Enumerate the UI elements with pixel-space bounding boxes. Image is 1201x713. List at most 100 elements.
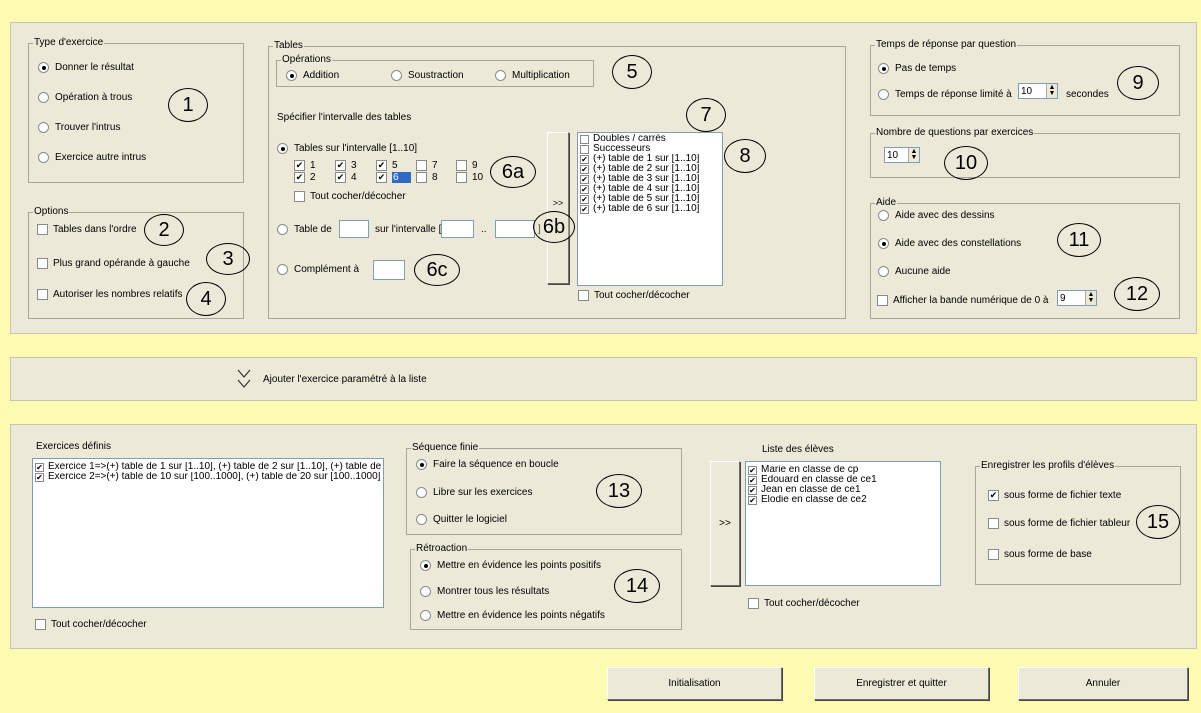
checkbox[interactable]: [37, 258, 48, 269]
cb-table-2[interactable]: 2: [294, 172, 316, 183]
checkbox[interactable]: [335, 160, 346, 171]
checkbox[interactable]: [580, 174, 589, 184]
spinner-arrows-icon[interactable]: ▲ ▼: [1085, 291, 1096, 305]
radio-aide-constellations[interactable]: Aide avec des constellations: [878, 238, 1021, 249]
list-item[interactable]: (+) table de 1 sur [1..10]: [578, 154, 722, 164]
intervalle-end-input[interactable]: [495, 220, 535, 238]
list-item[interactable]: (+) table de 3 sur [1..10]: [578, 174, 722, 184]
radio-dot[interactable]: [38, 122, 49, 133]
radio-quitter[interactable]: Quitter le logiciel: [416, 514, 507, 525]
cb-table-5[interactable]: 5: [376, 160, 398, 171]
checkbox[interactable]: [580, 134, 589, 144]
checkbox[interactable]: [37, 289, 48, 300]
tables-list[interactable]: Doubles / carrés Successeurs (+) table d…: [577, 132, 723, 286]
radio-dot[interactable]: [416, 459, 427, 470]
cb-fichier-tableur[interactable]: sous forme de fichier tableur: [988, 518, 1130, 529]
checkbox[interactable]: [580, 204, 589, 214]
radio-complement[interactable]: Complément à: [277, 264, 359, 275]
annuler-button[interactable]: Annuler: [1018, 667, 1188, 700]
radio-dot[interactable]: [277, 224, 288, 235]
radio-pas-de-temps[interactable]: Pas de temps: [878, 63, 956, 74]
checkbox[interactable]: [580, 184, 589, 194]
eleves-list[interactable]: Marie en classe de cp Edouard en classe …: [745, 461, 941, 586]
list-item[interactable]: Jean en classe de ce1: [746, 485, 940, 495]
transfer-button[interactable]: >>: [547, 132, 569, 284]
checkbox[interactable]: [294, 172, 305, 183]
cb-table-6[interactable]: 6: [376, 172, 411, 183]
checkbox[interactable]: [35, 619, 46, 630]
checkbox[interactable]: [748, 465, 757, 475]
checkbox[interactable]: [877, 295, 888, 306]
checkbox[interactable]: [580, 144, 589, 154]
radio-table-de[interactable]: Table de: [277, 224, 332, 235]
radio-donner-resultat[interactable]: Donner le résultat: [38, 62, 134, 73]
temps-spinner[interactable]: 10 ▲ ▼: [1018, 83, 1058, 99]
radio-points-positifs[interactable]: Mettre en évidence les points positifs: [420, 560, 601, 571]
spinner-arrows-icon[interactable]: ▲ ▼: [1046, 84, 1057, 98]
checkbox[interactable]: [578, 290, 589, 301]
radio-operation-trous[interactable]: Opération à trous: [38, 92, 132, 103]
radio-soustraction[interactable]: Soustraction: [391, 70, 464, 81]
list-item[interactable]: Edouard en classe de ce1: [746, 475, 940, 485]
checkbox[interactable]: [580, 164, 589, 174]
list-item[interactable]: Marie en classe de cp: [746, 465, 940, 475]
cb-tout-cocher-tables[interactable]: Tout cocher/décocher: [294, 191, 406, 202]
cb-bande-numerique[interactable]: Afficher la bande numérique de 0 à: [877, 295, 1048, 306]
radio-dot[interactable]: [38, 92, 49, 103]
cb-fichier-texte[interactable]: sous forme de fichier texte: [988, 490, 1121, 501]
cb-table-4[interactable]: 4: [335, 172, 357, 183]
radio-dot[interactable]: [416, 487, 427, 498]
radio-dot[interactable]: [391, 70, 402, 81]
list-item[interactable]: Élodie en classe de ce2: [746, 495, 940, 505]
checkbox[interactable]: [748, 475, 757, 485]
radio-dot[interactable]: [878, 266, 889, 277]
cb-plus-grand[interactable]: Plus grand opérande à gauche: [37, 258, 190, 269]
checkbox[interactable]: [748, 495, 757, 505]
cb-tout-cocher-exercices[interactable]: Tout cocher/décocher: [35, 619, 147, 630]
radio-multiplication[interactable]: Multiplication: [495, 70, 570, 81]
cb-table-8[interactable]: 8: [416, 172, 438, 183]
radio-tous-resultats[interactable]: Montrer tous les résultats: [420, 586, 549, 597]
radio-dot[interactable]: [277, 143, 288, 154]
cb-base[interactable]: sous forme de base: [988, 549, 1092, 560]
list-item[interactable]: (+) table de 6 sur [1..10]: [578, 204, 722, 214]
checkbox[interactable]: [456, 172, 467, 183]
checkbox[interactable]: [456, 160, 467, 171]
list-item[interactable]: Doubles / carrés: [578, 134, 722, 144]
radio-dot[interactable]: [420, 610, 431, 621]
radio-dot[interactable]: [878, 238, 889, 249]
radio-aide-dessins[interactable]: Aide avec des dessins: [878, 210, 995, 221]
radio-dot[interactable]: [495, 70, 506, 81]
radio-dot[interactable]: [277, 264, 288, 275]
radio-aucune-aide[interactable]: Aucune aide: [878, 266, 951, 277]
complement-input[interactable]: [373, 260, 405, 280]
spinner-arrows-icon[interactable]: ▲ ▼: [908, 148, 919, 162]
radio-intervalle[interactable]: Tables sur l'intervalle [1..10]: [277, 143, 417, 154]
radio-dot[interactable]: [878, 210, 889, 221]
cb-tout-cocher-eleves[interactable]: Tout cocher/décocher: [748, 598, 860, 609]
radio-dot[interactable]: [286, 70, 297, 81]
checkbox[interactable]: [748, 485, 757, 495]
radio-dot[interactable]: [416, 514, 427, 525]
list-item[interactable]: (+) table de 5 sur [1..10]: [578, 194, 722, 204]
radio-addition[interactable]: Addition: [286, 70, 339, 81]
ajouter-exercice-button[interactable]: Ajouter l'exercice paramétré à la liste: [10, 357, 1197, 401]
eleves-transfer-button[interactable]: >>: [710, 461, 740, 586]
intervalle-start-input[interactable]: [441, 220, 474, 238]
radio-boucle[interactable]: Faire la séquence en boucle: [416, 459, 559, 470]
list-item[interactable]: Exercice 1=>(+) table de 1 sur [1..10], …: [33, 462, 383, 472]
radio-points-negatifs[interactable]: Mettre en évidence les points négatifs: [420, 610, 605, 621]
checkbox[interactable]: [335, 172, 346, 183]
radio-temps-limite[interactable]: Temps de réponse limité à: [878, 89, 1012, 100]
radio-dot[interactable]: [38, 152, 49, 163]
checkbox[interactable]: [748, 598, 759, 609]
exercices-list[interactable]: Exercice 1=>(+) table de 1 sur [1..10], …: [32, 458, 384, 608]
bande-spinner[interactable]: 9 ▲ ▼: [1057, 290, 1097, 306]
checkbox[interactable]: [580, 194, 589, 204]
checkbox[interactable]: [376, 172, 387, 183]
enregistrer-quitter-button[interactable]: Enregistrer et quitter: [814, 667, 989, 700]
nb-questions-spinner[interactable]: 10 ▲ ▼: [884, 147, 920, 163]
checkbox[interactable]: [988, 490, 999, 501]
checkbox[interactable]: [988, 518, 999, 529]
checkbox[interactable]: [37, 224, 48, 235]
